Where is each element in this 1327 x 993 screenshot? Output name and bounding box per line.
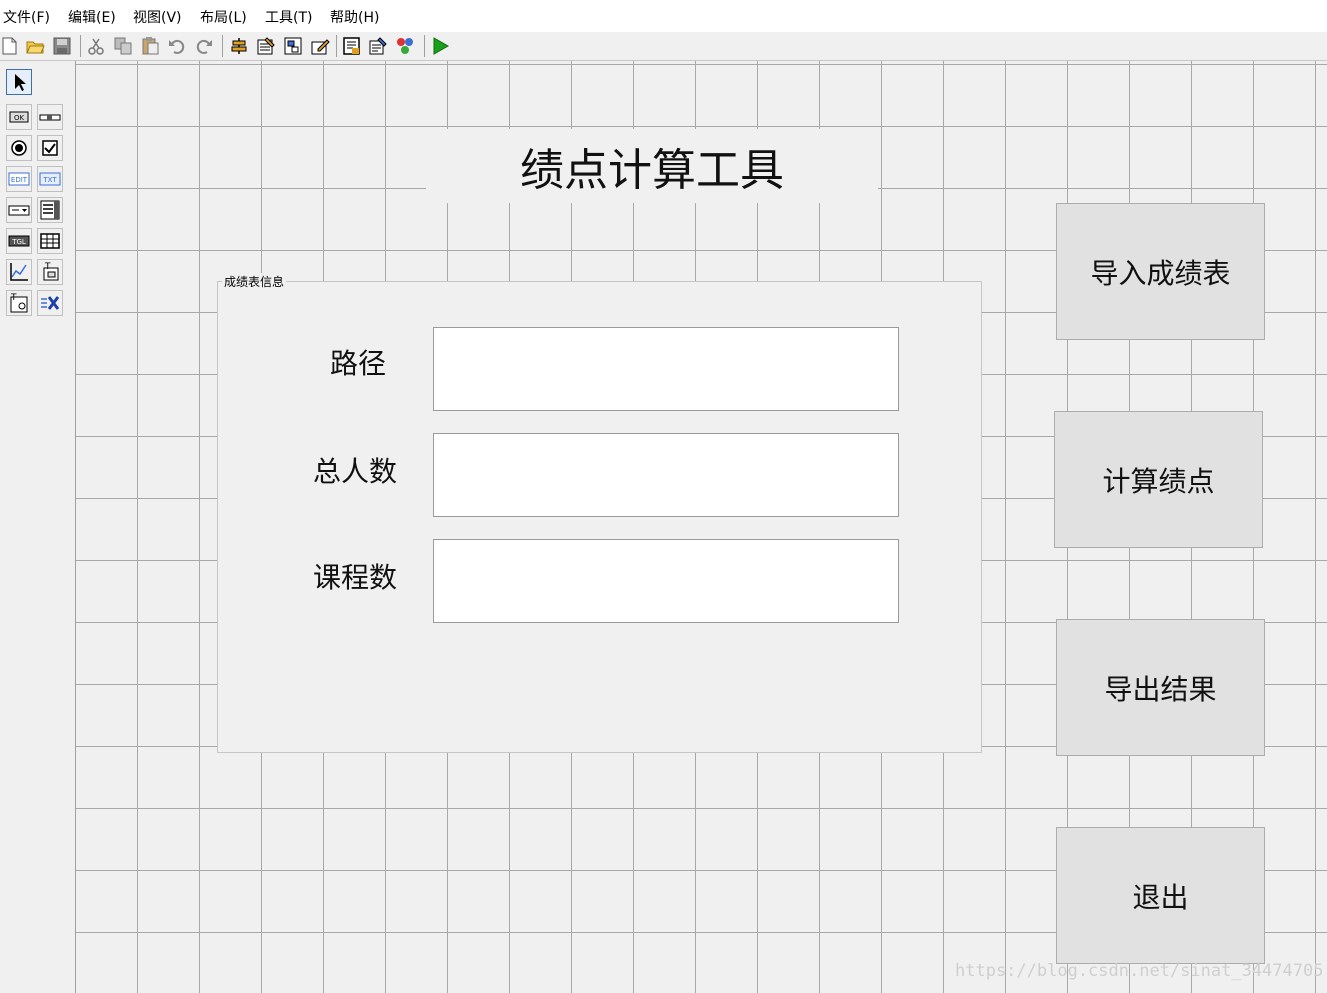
redo-icon[interactable] [194,36,214,56]
cut-icon[interactable] [86,36,106,56]
course-count-input[interactable] [433,539,899,623]
svg-text:T: T [44,262,51,272]
svg-text:OK: OK [14,114,25,122]
align-icon[interactable] [229,36,249,56]
menu-file[interactable]: 文件(F) [3,7,50,27]
static-text-icon: TXT [39,172,61,186]
activex-icon [41,296,60,310]
menu-layout[interactable]: 布局(L) [200,7,247,27]
popup-menu-icon [8,205,30,216]
toolbar [0,32,1327,61]
svg-text:EDIT: EDIT [11,176,28,184]
toggle-button-icon: TGL [8,235,30,247]
palette-popup-menu[interactable] [6,197,32,223]
toolbar-separator [80,35,81,57]
button-group-icon: T [10,293,28,313]
export-button[interactable]: 导出结果 [1056,619,1265,756]
open-folder-icon[interactable] [25,36,45,56]
calculate-button[interactable]: 计算绩点 [1054,411,1263,548]
palette-edit-text[interactable]: EDIT [6,166,32,192]
new-file-icon[interactable] [0,36,20,56]
resource-icon[interactable] [342,36,362,56]
palette-toggle-button[interactable]: TGL [6,228,32,254]
import-button[interactable]: 导入成绩表 [1056,203,1265,340]
undo-icon[interactable] [167,36,187,56]
tab-order-icon[interactable] [283,36,303,56]
total-students-input[interactable] [433,433,899,517]
color-icon[interactable] [395,36,415,56]
component-palette: OK EDIT TXT TGL T T [0,61,76,993]
path-input[interactable] [433,327,899,411]
toolbar-separator [336,35,337,57]
panel-title: 成绩表信息 [222,273,287,290]
watermark: https://blog.csdn.net/sinat_34474705 [955,961,1324,981]
palette-panel[interactable]: T [37,259,63,285]
listbox-icon [40,200,60,220]
svg-text:TXT: TXT [42,176,57,184]
exit-button[interactable]: 退出 [1056,827,1265,964]
palette-activex[interactable] [37,290,63,316]
edit-props-icon[interactable] [256,36,276,56]
checkbox-icon [42,140,58,156]
menu-edit[interactable]: 编辑(E) [68,7,116,27]
menu-help[interactable]: 帮助(H) [330,7,379,27]
palette-checkbox[interactable] [37,135,63,161]
palette-axes[interactable] [6,259,32,285]
run-icon[interactable] [430,36,450,56]
axes-icon [10,263,28,281]
palette-pointer[interactable] [6,69,32,95]
edit-text-icon: EDIT [8,172,30,186]
table-icon [40,233,60,249]
page-title[interactable]: 绩点计算工具 [426,129,878,203]
toolbar-separator [424,35,425,57]
pointer-icon [15,74,26,91]
palette-table[interactable] [37,228,63,254]
radio-button-icon [11,140,27,156]
path-label[interactable]: 路径 [284,328,432,396]
copy-icon[interactable] [113,36,133,56]
paste-icon[interactable] [140,36,160,56]
palette-slider[interactable] [37,104,63,130]
menu-tools[interactable]: 工具(T) [265,7,312,27]
edit-resource-icon[interactable] [368,36,388,56]
palette-button-group[interactable]: T [6,290,32,316]
total-students-label[interactable]: 总人数 [302,437,408,503]
slider-icon [39,114,61,121]
menu-bar: 文件(F) 编辑(E) 视图(V) 布局(L) 工具(T) 帮助(H) [0,0,1327,32]
palette-listbox[interactable] [37,197,63,223]
menu-view[interactable]: 视图(V) [133,7,182,27]
palette-push-button[interactable]: OK [6,104,32,130]
svg-text:TGL: TGL [11,238,26,246]
panel-icon: T [43,262,59,281]
save-icon[interactable] [52,36,72,56]
svg-text:T: T [10,293,17,303]
push-button-icon: OK [9,111,29,123]
toolbar-separator [222,35,223,57]
edit-form-icon[interactable] [310,36,330,56]
palette-radio-button[interactable] [6,135,32,161]
palette-static-text[interactable]: TXT [37,166,63,192]
course-count-label[interactable]: 课程数 [302,544,408,608]
